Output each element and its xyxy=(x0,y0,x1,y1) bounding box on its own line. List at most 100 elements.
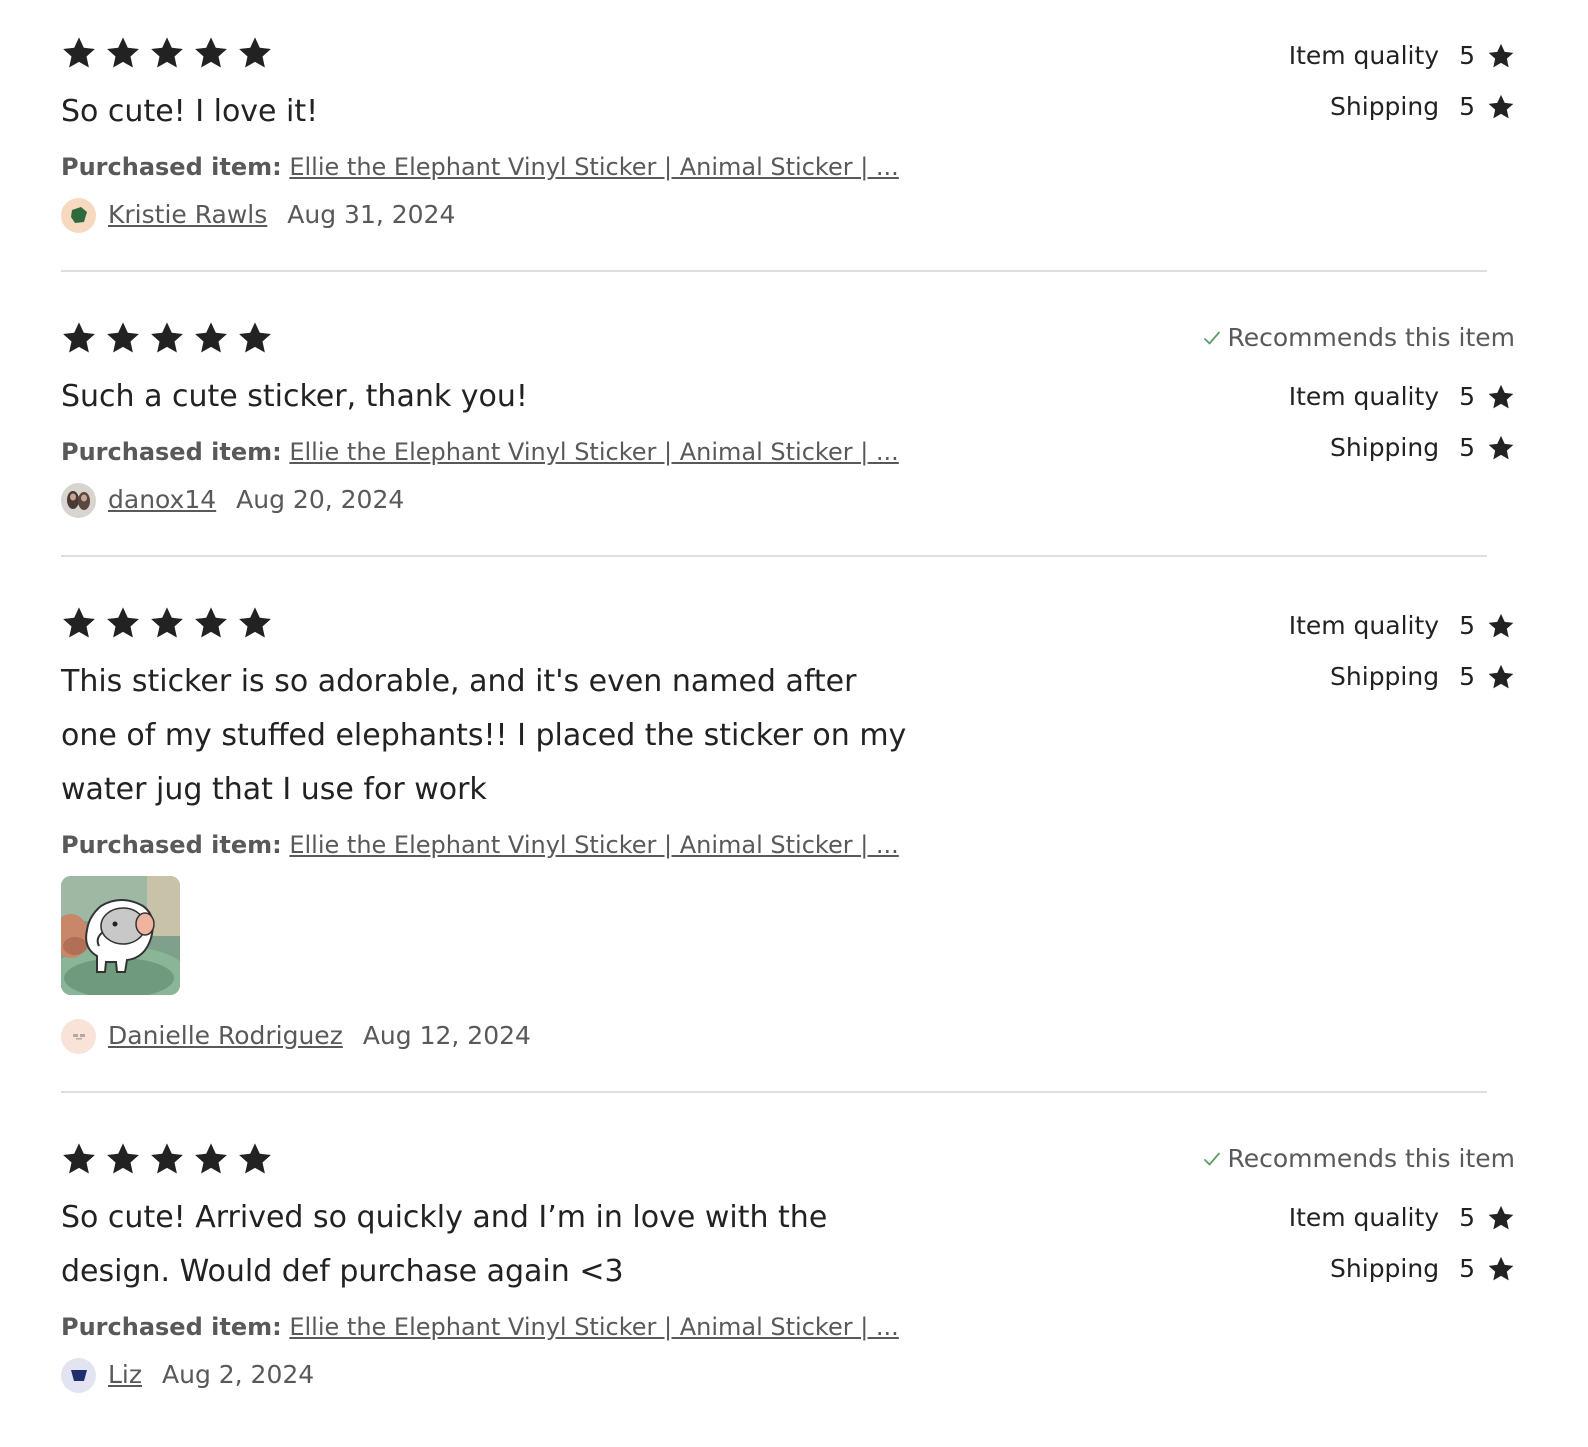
item-quality-value: 5 xyxy=(1459,1203,1475,1232)
review-ratings: Recommends this item Item quality 5 Ship… xyxy=(1202,321,1516,473)
review-date: Aug 12, 2024 xyxy=(362,1021,531,1050)
reviewer-info: Kristie Rawls Aug 31, 2024 xyxy=(61,197,455,233)
star-icon xyxy=(105,35,141,71)
reviewer-name[interactable]: danox14 xyxy=(108,482,216,518)
avatar[interactable] xyxy=(61,1018,96,1054)
review-text: This sticker is so adorable, and it's ev… xyxy=(61,664,907,807)
check-icon xyxy=(1202,328,1222,348)
purchased-item-link[interactable]: Ellie the Elephant Vinyl Sticker | Anima… xyxy=(289,438,898,466)
avatar[interactable] xyxy=(61,197,96,233)
shipping-label: Shipping xyxy=(1330,92,1440,121)
reviewer-name[interactable]: Kristie Rawls xyxy=(108,197,267,233)
purchased-item-link[interactable]: Ellie the Elephant Vinyl Sticker | Anima… xyxy=(289,831,898,859)
shipping-value: 5 xyxy=(1459,1254,1475,1283)
review-ratings: Item quality 5 Shipping 5 xyxy=(1289,30,1515,132)
review-divider xyxy=(61,270,1487,272)
shipping-rating: Shipping 5 xyxy=(1202,422,1516,473)
star-icon xyxy=(105,605,141,641)
star-icon xyxy=(237,320,273,356)
review-divider xyxy=(61,1091,1487,1093)
review-card: So cute! Arrived so quickly and I’m in l… xyxy=(61,1136,1515,1406)
item-quality-rating: Item quality 5 xyxy=(1202,371,1516,422)
review-photo[interactable] xyxy=(61,876,180,995)
recommends-badge: Recommends this item xyxy=(1202,1142,1516,1176)
shipping-value: 5 xyxy=(1459,662,1475,691)
star-icon xyxy=(1487,434,1515,462)
review-date: Aug 20, 2024 xyxy=(236,485,405,514)
star-icon xyxy=(1487,383,1515,411)
avatar[interactable] xyxy=(61,1357,96,1393)
purchased-item-label: Purchased item: xyxy=(61,153,282,181)
reviewer-name[interactable]: Danielle Rodriguez xyxy=(108,1018,343,1054)
purchased-item-label: Purchased item: xyxy=(61,831,282,859)
purchased-item-link[interactable]: Ellie the Elephant Vinyl Sticker | Anima… xyxy=(289,1313,898,1341)
review-photo-image xyxy=(61,876,180,995)
star-icon xyxy=(193,1141,229,1177)
review-stars xyxy=(61,320,273,356)
reviewer-info: danox14 Aug 20, 2024 xyxy=(61,482,404,518)
recommends-badge: Recommends this item xyxy=(1202,321,1516,355)
star-icon xyxy=(1487,1204,1515,1232)
purchased-item: Purchased item: Ellie the Elephant Vinyl… xyxy=(61,829,899,861)
item-quality-label: Item quality xyxy=(1288,611,1440,640)
reviewer-info: Danielle Rodriguez Aug 12, 2024 xyxy=(61,1018,531,1054)
review-card: Such a cute sticker, thank you! Purchase… xyxy=(61,315,1515,535)
shipping-label: Shipping xyxy=(1330,433,1440,462)
purchased-item: Purchased item: Ellie the Elephant Vinyl… xyxy=(61,151,899,183)
purchased-item-link[interactable]: Ellie the Elephant Vinyl Sticker | Anima… xyxy=(289,153,898,181)
star-icon xyxy=(61,605,97,641)
avatar-image xyxy=(70,1370,87,1381)
review-ratings: Item quality 5 Shipping 5 xyxy=(1289,600,1515,702)
review-stars xyxy=(61,35,273,71)
item-quality-value: 5 xyxy=(1459,41,1475,70)
review-card: This sticker is so adorable, and it's ev… xyxy=(61,600,1515,1070)
purchased-item-label: Purchased item: xyxy=(61,438,282,466)
item-quality-rating: Item quality 5 xyxy=(1289,600,1515,651)
item-quality-rating: Item quality 5 xyxy=(1289,30,1515,81)
review-date: Aug 31, 2024 xyxy=(287,200,456,229)
avatar[interactable] xyxy=(61,482,96,518)
avatar-image xyxy=(70,207,87,223)
star-icon xyxy=(193,35,229,71)
shipping-label: Shipping xyxy=(1330,662,1440,691)
star-icon xyxy=(149,1141,185,1177)
shipping-rating: Shipping 5 xyxy=(1202,1243,1516,1294)
item-quality-rating: Item quality 5 xyxy=(1202,1192,1516,1243)
recommends-text: Recommends this item xyxy=(1227,1144,1516,1173)
review-date: Aug 2, 2024 xyxy=(162,1360,315,1389)
star-icon xyxy=(237,35,273,71)
star-icon xyxy=(61,35,97,71)
shipping-rating: Shipping 5 xyxy=(1289,81,1515,132)
review-stars xyxy=(61,1141,273,1177)
star-icon xyxy=(149,320,185,356)
review-card: So cute! I love it! Purchased item: Elli… xyxy=(61,30,1515,250)
star-icon xyxy=(149,35,185,71)
star-icon xyxy=(61,1141,97,1177)
review-stars xyxy=(61,605,273,641)
star-icon xyxy=(61,320,97,356)
purchased-item-label: Purchased item: xyxy=(61,1313,282,1341)
star-icon xyxy=(149,605,185,641)
reviewer-name[interactable]: Liz xyxy=(108,1357,142,1393)
review-text: So cute! Arrived so quickly and I’m in l… xyxy=(61,1200,828,1289)
review-text: Such a cute sticker, thank you! xyxy=(61,379,528,414)
star-icon xyxy=(237,1141,273,1177)
avatar-image xyxy=(72,1034,85,1040)
star-icon xyxy=(1487,93,1515,121)
star-icon xyxy=(1487,42,1515,70)
item-quality-value: 5 xyxy=(1459,611,1475,640)
purchased-item: Purchased item: Ellie the Elephant Vinyl… xyxy=(61,1311,899,1343)
star-icon xyxy=(105,320,141,356)
review-text: So cute! I love it! xyxy=(61,94,319,129)
purchased-item: Purchased item: Ellie the Elephant Vinyl… xyxy=(61,436,899,468)
star-icon xyxy=(1487,612,1515,640)
reviewer-info: Liz Aug 2, 2024 xyxy=(61,1357,314,1393)
recommends-text: Recommends this item xyxy=(1227,323,1516,352)
item-quality-value: 5 xyxy=(1459,382,1475,411)
star-icon xyxy=(237,605,273,641)
reviews-list: So cute! I love it! Purchased item: Elli… xyxy=(0,0,1588,1447)
check-icon xyxy=(1202,1149,1222,1169)
review-divider xyxy=(61,555,1487,557)
item-quality-label: Item quality xyxy=(1288,382,1440,411)
shipping-rating: Shipping 5 xyxy=(1289,651,1515,702)
